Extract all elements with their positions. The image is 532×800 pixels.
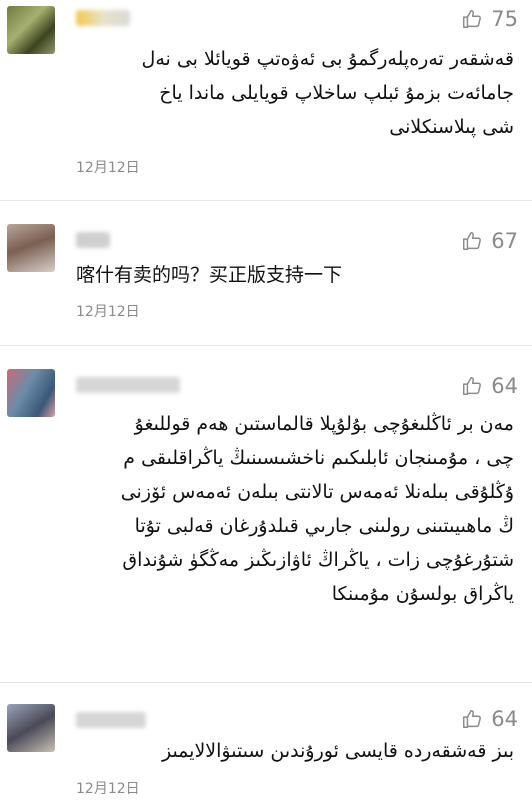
- comment-item: 75 قەشقەر تەرەپلەرگمۇ بى ئەۋەتپ قويائلا …: [0, 0, 532, 190]
- comment-date: 12月12日: [76, 781, 140, 797]
- comment-text-line: قەشقەر تەرەپلەرگمۇ بى ئەۋەتپ قويائلا بى …: [141, 48, 514, 70]
- comment-text-line: چى ، مۇمىنجان ئابلىكىم ناخشىسىنىڭ ياڭراق…: [123, 447, 514, 469]
- comment-text: مەن بر ئاڭلىغۇچى بۇلۇپلا قالماستىن ھەم ق…: [76, 407, 514, 611]
- comment-text-line: ڭ ماھىيىتىنى رولىنى جارىي قىلدۇرغان قەلب…: [134, 515, 514, 537]
- thumbs-up-icon: [461, 8, 483, 30]
- thumbs-up-icon: [461, 708, 483, 730]
- comment-text-line: شتۇرغۇچى زات ، ياڭراڭ ئاۋازىڭىز مەڭگۈ شۇ…: [122, 549, 514, 571]
- comment-date: 12月12日: [76, 160, 140, 176]
- like-button[interactable]: 75: [461, 6, 518, 32]
- comment-text: قەشقەر تەرەپلەرگمۇ بى ئەۋەتپ قويائلا بى …: [76, 42, 514, 144]
- nickname-blurred[interactable]: [76, 712, 146, 728]
- comment-text-line: مەن بر ئاڭلىغۇچى بۇلۇپلا قالماستىن ھەم ق…: [134, 413, 514, 435]
- nickname-blurred[interactable]: [76, 10, 130, 26]
- like-count: 75: [491, 7, 518, 31]
- like-count: 64: [491, 707, 518, 731]
- comment-text-line: جامائەت بزمۇ ئبلپ ساخلاپ قويايلى ماندا ي…: [159, 82, 514, 104]
- nickname-blurred[interactable]: [76, 232, 110, 248]
- avatar[interactable]: [7, 369, 55, 417]
- like-count: 64: [491, 374, 518, 398]
- like-count: 67: [491, 229, 518, 253]
- comment-date: 12月12日: [76, 304, 140, 320]
- comment-text-line: بىز قەشقەردە قايسى ئورۇندىن سىتىۋالالايم…: [161, 740, 514, 762]
- comment-item: 67 喀什有卖的吗？买正版支持一下 12月12日: [0, 200, 532, 350]
- avatar[interactable]: [7, 224, 55, 272]
- nickname-blurred[interactable]: [76, 377, 180, 393]
- like-button[interactable]: 67: [461, 228, 518, 254]
- comment-text: بىز قەشقەردە قايسى ئورۇندىن سىتىۋالالايم…: [76, 734, 514, 768]
- avatar[interactable]: [7, 6, 55, 54]
- comment-item: 64 مەن بر ئاڭلىغۇچى بۇلۇپلا قالماستىن ھە…: [0, 345, 532, 685]
- thumbs-up-icon: [461, 375, 483, 397]
- thumbs-up-icon: [461, 230, 483, 252]
- comment-text-line: شى پىلاسنكلانى: [389, 116, 514, 138]
- comment-text: 喀什有卖的吗？买正版支持一下: [76, 264, 343, 286]
- comment-text-line: ۇڭلۇقى بىلەنلا ئەمەس تالانتى بىلەن ئەمەس…: [120, 481, 514, 503]
- like-button[interactable]: 64: [461, 706, 518, 732]
- avatar[interactable]: [7, 704, 55, 752]
- comment-text-line: ياڭراق بولسۇن مۇمىنكا: [331, 583, 514, 605]
- comment-item: 64 بىز قەشقەردە قايسى ئورۇندىن سىتىۋالال…: [0, 682, 532, 800]
- like-button[interactable]: 64: [461, 373, 518, 399]
